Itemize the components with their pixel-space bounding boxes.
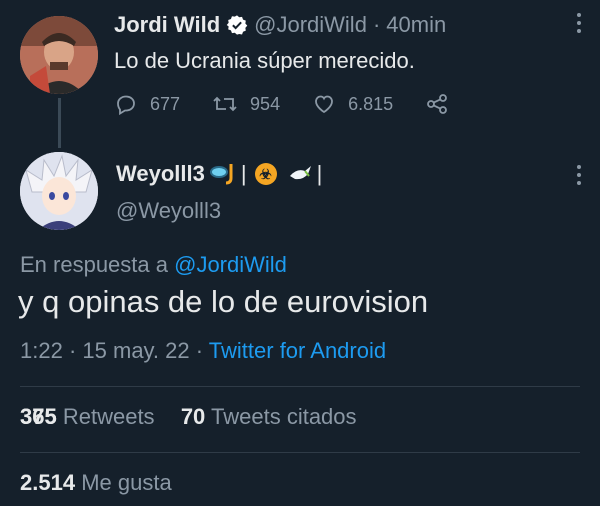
tweet-meta: 1:22 · 15 may. 22 · Twitter for Android: [20, 338, 386, 364]
share-icon: [427, 94, 448, 114]
separator-dot: ·: [195, 338, 209, 363]
reply-author-handle[interactable]: @Weyolll3: [116, 198, 221, 224]
retweet-icon: [213, 96, 237, 112]
reply-tweet-text: y q opinas de lo de eurovision: [18, 284, 429, 319]
separator-dot: ·: [372, 12, 381, 37]
verified-badge-icon: [226, 14, 248, 36]
engagement-stats: 375 365 Retweets 70 Tweets citados: [20, 404, 357, 430]
parent-tweet-header: Jordi Wild @JordiWild · 40min: [114, 12, 446, 38]
more-icon[interactable]: [576, 12, 582, 40]
dove-emoji-icon: [287, 162, 313, 186]
divider: [20, 386, 580, 387]
separator-bar: |: [316, 161, 323, 186]
likes-stats: 2.514 Me gusta: [20, 470, 172, 496]
reply-author-name[interactable]: Weyolll3: [116, 161, 205, 187]
quotes-count[interactable]: 70: [181, 404, 205, 429]
quotes-label[interactable]: Tweets citados: [211, 404, 357, 429]
replying-to-link[interactable]: @JordiWild: [174, 252, 287, 277]
jordi-wild-avatar[interactable]: [20, 16, 98, 94]
retweet-count: 954: [250, 93, 281, 114]
reply-count: 677: [150, 93, 181, 114]
reply-tweet-header: Weyolll3 | ☣ |: [116, 161, 324, 187]
likes-label[interactable]: Me gusta: [81, 470, 172, 495]
snorkel-emoji-icon: [209, 162, 237, 186]
retweets-count-b: 365: [20, 404, 57, 429]
thread-connector-line: [58, 98, 61, 148]
parent-tweet-text: Lo de Ucrania súper merecido.: [114, 48, 415, 73]
retweet-action[interactable]: 954: [212, 92, 280, 116]
parent-tweet-actions: 677 954 6.815: [114, 92, 493, 116]
like-action[interactable]: 6.815: [312, 92, 393, 116]
retweets-count[interactable]: 375 365: [20, 404, 57, 430]
weyolll3-avatar[interactable]: [20, 152, 98, 230]
tweet-date[interactable]: 15 may. 22: [82, 338, 189, 363]
separator-dot: ·: [68, 338, 83, 363]
retweets-label[interactable]: Retweets: [63, 404, 155, 429]
parent-author-name[interactable]: Jordi Wild: [114, 12, 220, 38]
separator-bar: |: [240, 161, 247, 186]
like-count: 6.815: [348, 93, 394, 114]
share-action[interactable]: [425, 92, 461, 116]
reply-icon: [117, 95, 135, 116]
replying-to-line: En respuesta a @JordiWild: [20, 252, 287, 278]
tweet-source[interactable]: Twitter for Android: [209, 338, 386, 363]
reply-action[interactable]: 677: [114, 92, 180, 116]
replying-to-prefix: En respuesta a: [20, 252, 168, 277]
tweet-time[interactable]: 1:22: [20, 338, 63, 363]
likes-count[interactable]: 2.514: [20, 470, 75, 495]
biohazard-emoji-icon: ☣: [254, 163, 277, 185]
divider: [20, 452, 580, 453]
like-icon: [315, 95, 333, 114]
parent-tweet-time[interactable]: 40min: [386, 12, 446, 38]
more-icon[interactable]: [576, 164, 582, 192]
parent-author-handle[interactable]: @JordiWild: [254, 12, 367, 38]
